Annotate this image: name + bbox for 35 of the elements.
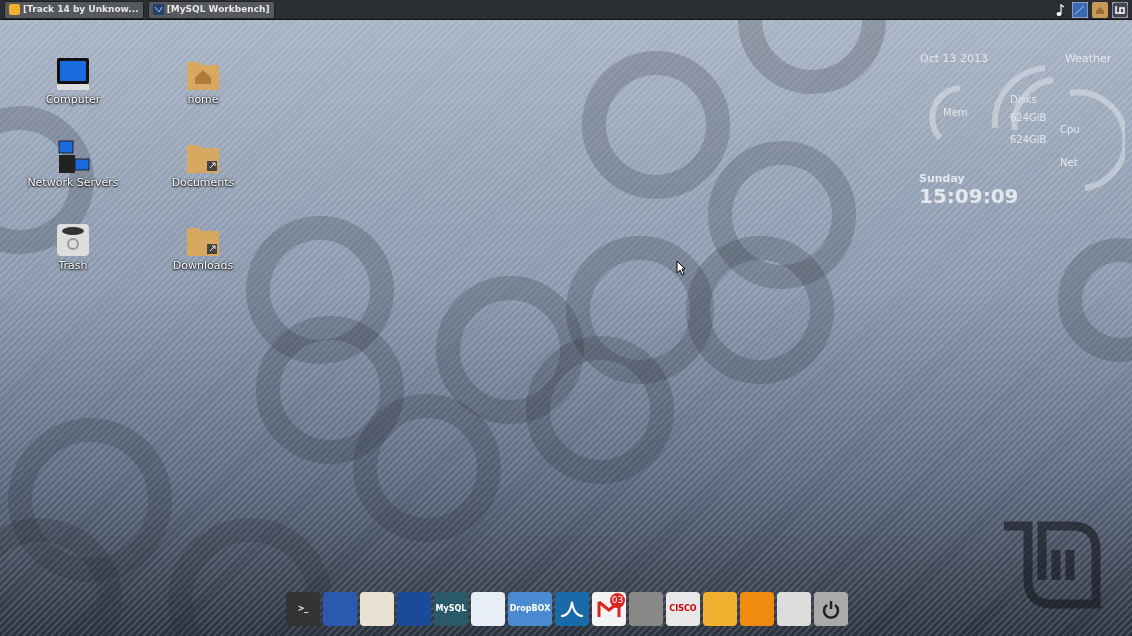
computer-icon[interactable] [55,56,91,92]
cpu-label: Cpu [1060,123,1080,137]
music-note-icon[interactable] [1056,3,1064,16]
disk-size: 624GiB [1010,111,1047,125]
notification-count: 03 [610,593,625,608]
icon-label: Downloads [172,258,234,274]
dock-app-button[interactable]: DropBOX [508,592,552,626]
window-button[interactable]: [Track 14 by Unknow... [4,0,144,19]
home-icon[interactable] [1092,1,1108,18]
icon-label: Documents [171,175,235,191]
dock-app-button[interactable] [814,592,848,626]
window-button[interactable]: [MySQL Workbench] [147,0,275,19]
app-icon [9,4,20,15]
dock-app-button[interactable] [555,592,589,626]
window-icon[interactable] [1072,1,1088,18]
dock-app-button[interactable]: CISCO [666,592,700,626]
clock-text: 15:09:09 [919,184,1019,210]
disk-size: 624GiB [1010,133,1047,147]
icon-label: Computer [45,92,101,108]
date-text: Oct 13 2013 [920,51,988,67]
day-text: Sunday [919,171,965,187]
trash-icon[interactable] [55,222,91,258]
power-icon [821,599,841,619]
dock-app-button[interactable]: >_ [286,592,320,626]
icon-label: home [187,92,219,108]
dock-app-button[interactable]: MySQL [434,592,468,626]
mouse-cursor-icon [676,260,686,276]
weather-label: Weather [1065,51,1112,67]
mem-label: Mem [943,106,968,120]
icon-label: Trash [58,258,88,274]
dock-app-button[interactable]: 03 [592,592,626,626]
icon-label: Network Servers [27,175,119,191]
network-icon[interactable] [55,139,91,175]
fin-icon [560,600,584,618]
net-label: Net [1060,156,1078,170]
